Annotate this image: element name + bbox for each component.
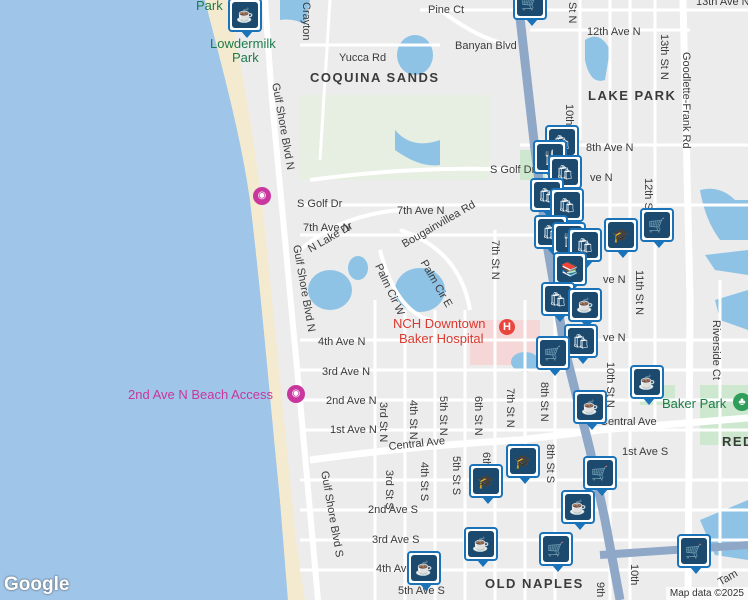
cart-pin[interactable]: 🛒	[640, 208, 674, 248]
street-4th-st-s: 4th St S	[418, 462, 430, 502]
place-baker-park[interactable]: Baker Park	[662, 396, 726, 411]
street-yucca: Yucca Rd	[339, 52, 387, 64]
coffee-pin[interactable]: ☕	[464, 527, 498, 567]
cart-pin[interactable]: 🛒	[539, 532, 573, 572]
street-tenth: 10th	[628, 564, 640, 586]
street-8th-st-n: 8th St N	[538, 382, 550, 422]
cart-icon: 🛒	[543, 536, 569, 562]
street-6th-st-n: 6th St N	[472, 396, 484, 436]
library-pin[interactable]: 📚	[553, 252, 587, 292]
street-8th-st-s: 8th St S	[544, 444, 556, 484]
street-12th-ave-n: 12th Ave N	[587, 26, 641, 38]
coffee-icon: ☕	[634, 369, 660, 395]
street-goodlette-frank: Goodlette-Frank Rd	[680, 52, 692, 149]
street-st-n-top: St N	[566, 2, 578, 24]
cart-pin[interactable]: 🛒	[677, 534, 711, 574]
area-old-naples: OLD NAPLES	[485, 576, 584, 591]
place-beach-access[interactable]: 2nd Ave N Beach Access	[128, 387, 273, 402]
place-park-top[interactable]: Park	[196, 0, 223, 13]
area-red: RED	[722, 434, 748, 449]
street-13th-ave-n: 13th Ave N	[696, 0, 748, 8]
street-banyan: Banyan Blvd	[455, 40, 517, 52]
coffee-pin[interactable]: ☕	[573, 390, 607, 430]
place-lowdermilk-park-line2[interactable]: Park	[232, 50, 259, 65]
area-lake-park: LAKE PARK	[588, 88, 677, 103]
street-5th-st-n: 5th St N	[437, 396, 449, 436]
street-pine-ct: Pine Ct	[428, 4, 465, 16]
school-icon: 🎓	[510, 448, 536, 474]
coffee-icon: ☕	[572, 292, 598, 318]
school-icon: 🎓	[473, 468, 499, 494]
street-11th-st-n: 11th St N	[633, 270, 645, 316]
street-7th-st-n: 7th St N	[489, 240, 501, 280]
cart-icon: 🛒	[644, 212, 670, 238]
school-pin[interactable]: 🎓	[469, 464, 503, 504]
street-8th-ave-n: 8th Ave N	[586, 142, 634, 154]
hospital-icon[interactable]: H	[499, 319, 515, 335]
street-1st-ave-n: 1st Ave N	[330, 424, 377, 436]
street-ave-n-1: ve N	[590, 172, 613, 184]
coffee-pin[interactable]: ☕	[228, 0, 262, 38]
cart-icon: 🛒	[587, 460, 613, 486]
coffee-pin[interactable]: ☕	[630, 365, 664, 405]
google-logo: Google	[4, 574, 70, 595]
coffee-icon: ☕	[411, 555, 437, 581]
coffee-pin[interactable]: ☕	[407, 551, 441, 591]
street-3rd-st-n: 3rd St N	[377, 402, 389, 443]
cart-pin[interactable]: 🛒	[583, 456, 617, 496]
cart-icon: 🛒	[681, 538, 707, 564]
cart-icon: 🛒	[540, 340, 566, 366]
cart-pin[interactable]: 🛒	[513, 0, 547, 26]
cart-pin[interactable]: 🛒	[536, 336, 570, 376]
street-ave-n-2: ve N	[603, 274, 626, 286]
street-4th-st-n: 4th St N	[407, 400, 419, 440]
street-crayton: Crayton	[300, 2, 312, 41]
street-central-ave-2: Central Ave	[600, 416, 657, 428]
street-7th-ave-1: 7th Ave N	[397, 205, 445, 217]
coffee-icon: ☕	[565, 494, 591, 520]
street-riverside: Riverside Ct	[710, 320, 722, 380]
place-lowdermilk-park-line1[interactable]: Lowdermilk	[210, 36, 276, 51]
shopping-bag-icon: 🛍	[568, 328, 594, 354]
coffee-pin[interactable]: ☕	[568, 288, 602, 328]
tree-icon[interactable]: ♣	[733, 393, 748, 411]
library-icon: 📚	[557, 256, 583, 282]
street-3rd-st-s: 3rd St S	[383, 470, 395, 510]
street-2nd-ave-n: 2nd Ave N	[326, 395, 377, 407]
street-3rd-ave-s: 3rd Ave S	[372, 534, 420, 546]
camera-icon[interactable]: ◉	[287, 385, 305, 403]
place-hospital-line1[interactable]: NCH Downtown	[393, 316, 485, 331]
street-1st-ave-s: 1st Ave S	[622, 446, 669, 458]
street-13th-st-n: 13th St N	[658, 34, 670, 80]
map-attribution[interactable]: Map data ©2025	[665, 587, 748, 600]
school-pin[interactable]: 🎓	[506, 444, 540, 484]
camera-icon[interactable]: ◉	[253, 187, 271, 205]
school-pin[interactable]: 🎓	[604, 218, 638, 258]
street-s-golf-dr-2: S Golf Dr	[490, 164, 536, 176]
coffee-icon: ☕	[577, 394, 603, 420]
street-5th-st-s: 5th St S	[450, 456, 462, 496]
street-4th-ave-n: 4th Ave N	[318, 336, 366, 348]
cart-icon: 🛒	[517, 0, 543, 16]
street-ave-n-3: ve N	[603, 332, 626, 344]
coffee-pin[interactable]: ☕	[561, 490, 595, 530]
coffee-icon: ☕	[232, 2, 258, 28]
coffee-icon: ☕	[468, 531, 494, 557]
street-ninth: 9th	[594, 582, 606, 598]
area-coquina-sands: COQUINA SANDS	[310, 70, 440, 85]
place-hospital-line2[interactable]: Baker Hospital	[399, 331, 484, 346]
street-3rd-ave-n: 3rd Ave N	[322, 366, 371, 378]
street-7th-st-n-2: 7th St N	[504, 388, 516, 428]
street-s-golf-dr-1: S Golf Dr	[297, 198, 343, 210]
school-icon: 🎓	[608, 222, 634, 248]
